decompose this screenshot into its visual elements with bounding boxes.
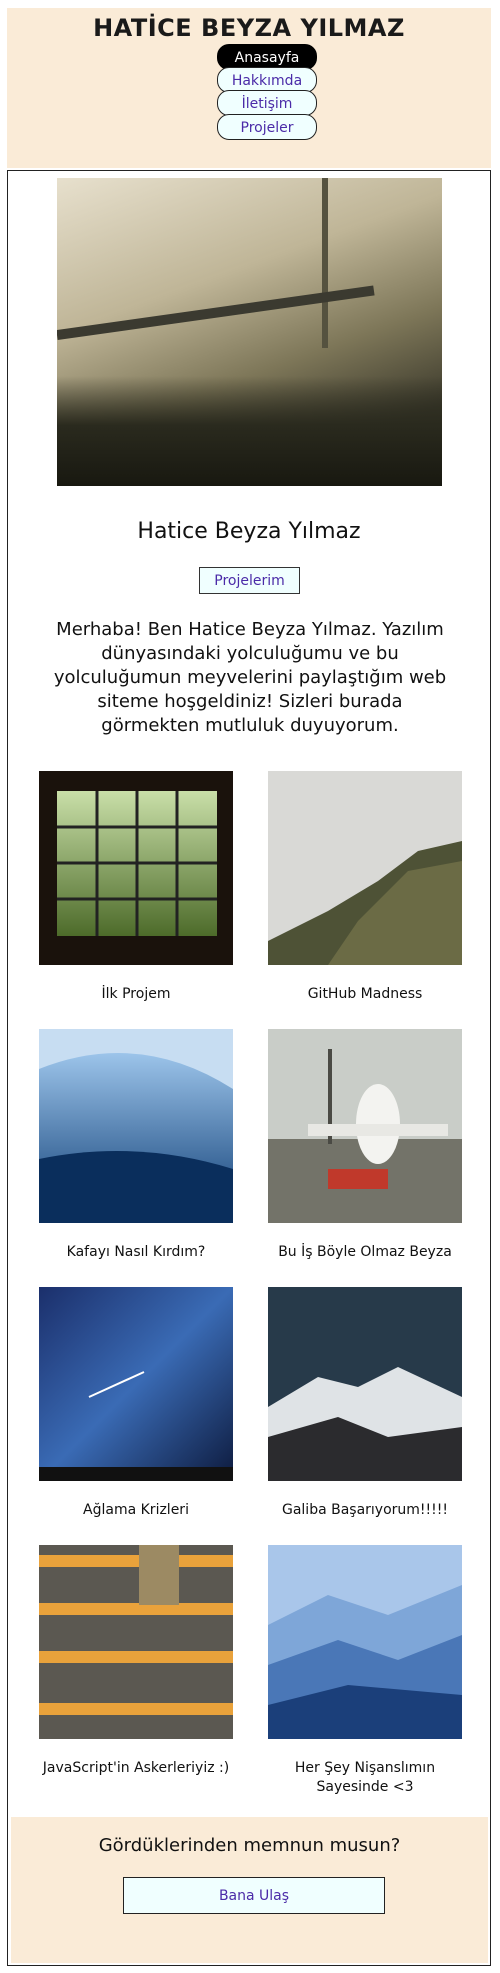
main-content: Hatice Beyza Yılmaz Projelerim Merhaba! …	[7, 170, 491, 1966]
ocean-wave-image	[39, 1029, 233, 1223]
project-caption: GitHub Madness	[307, 986, 423, 1002]
site-header: HATİCE BEYZA YILMAZ Anasayfa Hakkımda İl…	[7, 8, 491, 168]
footer: Gördüklerinden memnun musun? Bana Ulaş	[11, 1817, 488, 1963]
project-caption: Kafayı Nasıl Kırdım?	[66, 1244, 206, 1260]
project-card[interactable]: Her Şey Nişanslımın Sayesinde <3	[268, 1545, 462, 1797]
project-caption: Bu İş Böyle Olmaz Beyza	[278, 1244, 452, 1260]
misty-mountain-image	[268, 771, 462, 965]
project-card[interactable]: Ağlama Krizleri	[39, 1287, 233, 1520]
profile-name: Hatice Beyza Yılmaz	[137, 519, 361, 544]
nav-contact[interactable]: İletişim	[217, 90, 317, 116]
contact-button[interactable]: Bana Ulaş	[123, 1877, 385, 1914]
project-card[interactable]: Galiba Başarıyorum!!!!!	[268, 1287, 462, 1520]
site-title: HATİCE BEYZA YILMAZ	[93, 14, 405, 42]
project-caption: JavaScript'in Askerleriyiz :)	[42, 1760, 230, 1776]
intro-text: Merhaba! Ben Hatice Beyza Yılmaz. Yazılı…	[53, 619, 447, 736]
project-caption: Ağlama Krizleri	[83, 1502, 189, 1518]
blue-mountains-image	[268, 1545, 462, 1739]
night-sky-image	[39, 1287, 233, 1481]
project-card[interactable]: Kafayı Nasıl Kırdım?	[39, 1029, 233, 1262]
project-caption: Galiba Başarıyorum!!!!!	[281, 1502, 448, 1518]
airplane-image	[268, 1029, 462, 1223]
project-card[interactable]: GitHub Madness	[268, 771, 462, 1004]
project-caption: Her Şey Nişanslımın Sayesinde <3	[294, 1760, 436, 1795]
project-card[interactable]: İlk Projem	[39, 771, 233, 1004]
projects-button[interactable]: Projelerim	[199, 567, 300, 594]
footer-question: Gördüklerinden memnun musun?	[98, 1835, 401, 1856]
project-caption: İlk Projem	[101, 986, 171, 1002]
forest-window-image	[39, 771, 233, 965]
stairs-image	[39, 1545, 233, 1739]
snowy-mountain-image	[268, 1287, 462, 1481]
project-card[interactable]: Bu İş Böyle Olmaz Beyza	[268, 1029, 462, 1262]
project-card[interactable]: JavaScript'in Askerleriyiz :)	[39, 1545, 233, 1778]
hero-image	[57, 178, 442, 486]
nav-projects[interactable]: Projeler	[217, 114, 317, 140]
